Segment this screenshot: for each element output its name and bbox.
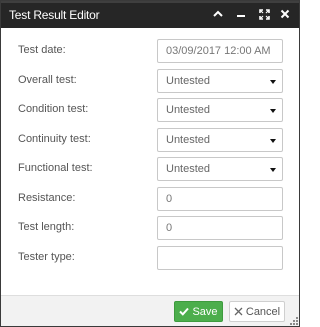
x-icon	[234, 307, 243, 316]
caret-down-icon	[270, 109, 276, 113]
test-result-editor-window: Test Result Editor Test date: 03/09/2017…	[0, 0, 300, 327]
continuity-test-select[interactable]: Untested	[157, 128, 283, 152]
caret-down-icon	[270, 168, 276, 172]
maximize-icon	[258, 8, 270, 20]
overall-test-value: Untested	[166, 75, 211, 87]
continuity-test-row: Continuity test: Untested	[1, 128, 299, 152]
window-title: Test Result Editor	[9, 8, 100, 22]
continuity-test-label: Continuity test:	[18, 133, 91, 145]
resistance-input[interactable]	[157, 187, 283, 211]
test-length-input[interactable]	[157, 216, 283, 240]
test-date-label: Test date:	[18, 44, 66, 56]
save-button-label: Save	[192, 305, 218, 318]
chevron-up-icon	[213, 10, 223, 17]
cancel-button-label: Cancel	[245, 305, 281, 318]
caret-down-icon	[270, 80, 276, 84]
checkmark-icon	[179, 307, 190, 316]
minimize-icon	[237, 15, 245, 17]
tester-type-input[interactable]	[157, 246, 283, 270]
maximize-button[interactable]	[256, 6, 272, 22]
test-date-row: Test date:	[1, 39, 299, 63]
tester-type-row: Tester type:	[1, 246, 299, 270]
save-button[interactable]: Save	[174, 301, 223, 322]
caret-down-icon	[270, 139, 276, 143]
overall-test-label: Overall test:	[18, 74, 77, 86]
condition-test-row: Condition test: Untested	[1, 98, 299, 122]
functional-test-value: Untested	[166, 163, 211, 175]
dialog-footer: Save Cancel	[1, 295, 299, 326]
functional-test-label: Functional test:	[18, 162, 93, 174]
functional-test-row: Functional test: Untested	[1, 157, 299, 181]
tester-type-label: Tester type:	[18, 251, 75, 263]
condition-test-label: Condition test:	[18, 103, 89, 115]
close-icon	[280, 9, 290, 19]
condition-test-value: Untested	[166, 104, 211, 116]
minimize-button[interactable]	[233, 6, 249, 22]
functional-test-select[interactable]: Untested	[157, 157, 283, 181]
cancel-button[interactable]: Cancel	[229, 301, 285, 322]
overall-test-row: Overall test: Untested	[1, 69, 299, 93]
window-titlebar[interactable]: Test Result Editor	[1, 1, 299, 28]
test-date-input[interactable]	[157, 39, 283, 63]
resistance-row: Resistance:	[1, 187, 299, 211]
overall-test-select[interactable]: Untested	[157, 69, 283, 93]
continuity-test-value: Untested	[166, 134, 211, 146]
collapse-button[interactable]	[210, 6, 226, 22]
test-length-label: Test length:	[18, 221, 75, 233]
titlebar-strip	[1, 1, 299, 3]
test-length-row: Test length:	[1, 216, 299, 240]
condition-test-select[interactable]: Untested	[157, 98, 283, 122]
resistance-label: Resistance:	[18, 192, 76, 204]
resize-grip-icon[interactable]	[290, 317, 298, 325]
close-button[interactable]	[277, 6, 293, 22]
